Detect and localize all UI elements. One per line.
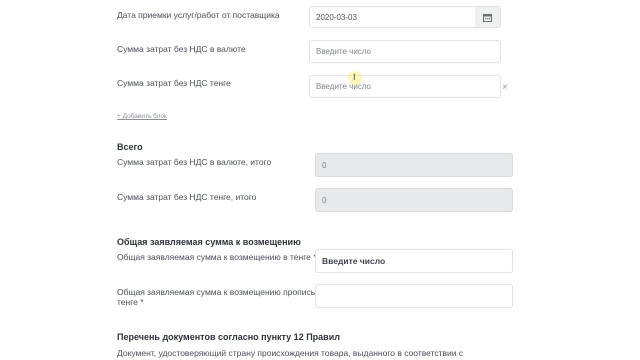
- currency-total-label: Сумма затрат без НДС в валюте, итого: [117, 157, 272, 167]
- documents-heading: Перечень документов согласно пункту 12 П…: [117, 332, 340, 342]
- total-heading: Всего: [117, 142, 143, 152]
- refund-tenge-label: Общая заявляемая сумма к возмещению в те…: [117, 252, 317, 262]
- refund-words-input[interactable]: [315, 284, 513, 308]
- close-icon[interactable]: ×: [502, 82, 508, 93]
- sum-tenge-input[interactable]: Введите число: [309, 75, 501, 98]
- text-cursor-icon: I: [353, 72, 356, 82]
- sum-tenge-label: Сумма затрат без НДС тенге: [117, 78, 231, 88]
- sum-currency-label: Сумма затрат без НДС в валюте: [117, 44, 246, 54]
- sum-currency-input[interactable]: Введите число: [309, 40, 501, 63]
- refund-words-label-line2: тенге *: [117, 297, 144, 307]
- add-block-link[interactable]: + Добавить блок: [117, 113, 167, 120]
- refund-heading: Общая заявляемая сумма к возмещению: [117, 237, 301, 247]
- refund-words-label-line1: Общая заявляемая сумма к возмещению проп…: [117, 287, 329, 297]
- date-label: Дата приемки услуг/работ от поставщика: [117, 10, 280, 20]
- currency-total-field: 0: [315, 153, 513, 177]
- tenge-total-label: Сумма затрат без НДС тенге, итого: [117, 192, 257, 202]
- calendar-button[interactable]: [475, 6, 501, 28]
- tenge-total-field: 0: [315, 188, 513, 212]
- calendar-icon: [483, 13, 492, 22]
- date-input[interactable]: 2020-03-03: [309, 6, 476, 28]
- refund-tenge-input[interactable]: Введите число: [315, 249, 513, 273]
- documents-text: Документ, удостоверяющий страну происхож…: [117, 348, 464, 358]
